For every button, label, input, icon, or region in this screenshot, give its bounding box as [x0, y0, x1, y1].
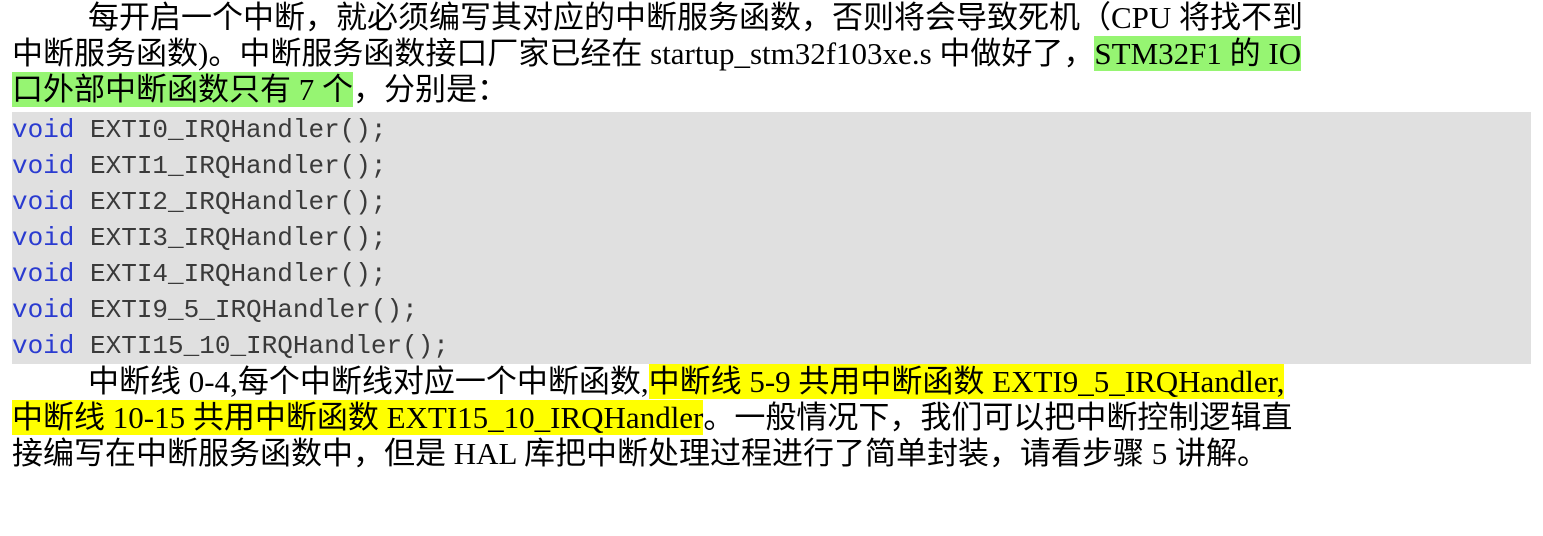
intro-line-3-text: ，分别是： — [353, 72, 508, 107]
green-highlight-a: STM32F1 的 IO — [1094, 36, 1302, 71]
explanation-line-1: 中断线 0-4,每个中断线对应一个中断函数,中断线 5-9 共用中断函数 EXT… — [12, 364, 1531, 400]
intro-line-3: 口外部中断函数只有 7 个，分别是： — [12, 72, 1531, 108]
code-line: void EXTI9_5_IRQHandler(); — [12, 292, 1531, 328]
intro-line-2-text: 中断服务函数)。中断服务函数接口厂家已经在 startup_stm32f103x… — [12, 36, 1095, 71]
code-text: EXTI4_IRQHandler(); — [74, 259, 387, 289]
green-highlight-b: 口外部中断函数只有 7 个 — [12, 72, 353, 107]
code-keyword: void — [12, 115, 75, 145]
explanation-line-1-text: 中断线 0-4,每个中断线对应一个中断函数, — [88, 364, 649, 399]
code-line: void EXTI2_IRQHandler(); — [12, 184, 1531, 220]
code-keyword: void — [12, 331, 75, 361]
code-line: void EXTI3_IRQHandler(); — [12, 220, 1531, 256]
code-text: EXTI3_IRQHandler(); — [74, 223, 387, 253]
intro-paragraph: 每开启一个中断，就必须编写其对应的中断服务函数，否则将会导致死机（CPU 将找不… — [12, 0, 1531, 108]
intro-line-1-text: 每开启一个中断，就必须编写其对应的中断服务函数，否则将会导致死机（CPU 将找不… — [88, 0, 1304, 35]
code-line: void EXTI4_IRQHandler(); — [12, 256, 1531, 292]
code-text: EXTI9_5_IRQHandler(); — [74, 295, 418, 325]
document-body: 每开启一个中断，就必须编写其对应的中断服务函数，否则将会导致死机（CPU 将找不… — [12, 0, 1531, 472]
yellow-highlight-b: 中断线 10-15 共用中断函数 EXTI15_10_IRQHandler — [12, 400, 704, 435]
code-line: void EXTI1_IRQHandler(); — [12, 148, 1531, 184]
explanation-line-3-text: 接编写在中断服务函数中，但是 HAL 库把中断处理过程进行了简单封装，请看步骤 … — [12, 436, 1269, 471]
code-keyword: void — [12, 151, 75, 181]
code-text: EXTI1_IRQHandler(); — [74, 151, 387, 181]
intro-line-2: 中断服务函数)。中断服务函数接口厂家已经在 startup_stm32f103x… — [12, 36, 1531, 72]
explanation-line-2: 中断线 10-15 共用中断函数 EXTI15_10_IRQHandler。一般… — [12, 400, 1531, 436]
yellow-highlight-a: 中断线 5-9 共用中断函数 EXTI9_5_IRQHandler, — [648, 364, 1285, 399]
code-keyword: void — [12, 187, 75, 217]
code-keyword: void — [12, 295, 75, 325]
code-text: EXTI15_10_IRQHandler(); — [74, 331, 449, 361]
intro-line-1: 每开启一个中断，就必须编写其对应的中断服务函数，否则将会导致死机（CPU 将找不… — [12, 0, 1531, 36]
explanation-line-3: 接编写在中断服务函数中，但是 HAL 库把中断处理过程进行了简单封装，请看步骤 … — [12, 436, 1531, 472]
explanation-line-2-text: 。一般情况下，我们可以把中断控制逻辑直 — [703, 400, 1293, 435]
code-keyword: void — [12, 223, 75, 253]
code-keyword: void — [12, 259, 75, 289]
code-text: EXTI0_IRQHandler(); — [74, 115, 387, 145]
explanation-paragraph: 中断线 0-4,每个中断线对应一个中断函数,中断线 5-9 共用中断函数 EXT… — [12, 364, 1531, 472]
code-block: void EXTI0_IRQHandler(); void EXTI1_IRQH… — [12, 112, 1531, 364]
code-line: void EXTI15_10_IRQHandler(); — [12, 328, 1531, 364]
code-line: void EXTI0_IRQHandler(); — [12, 112, 1531, 148]
code-text: EXTI2_IRQHandler(); — [74, 187, 387, 217]
